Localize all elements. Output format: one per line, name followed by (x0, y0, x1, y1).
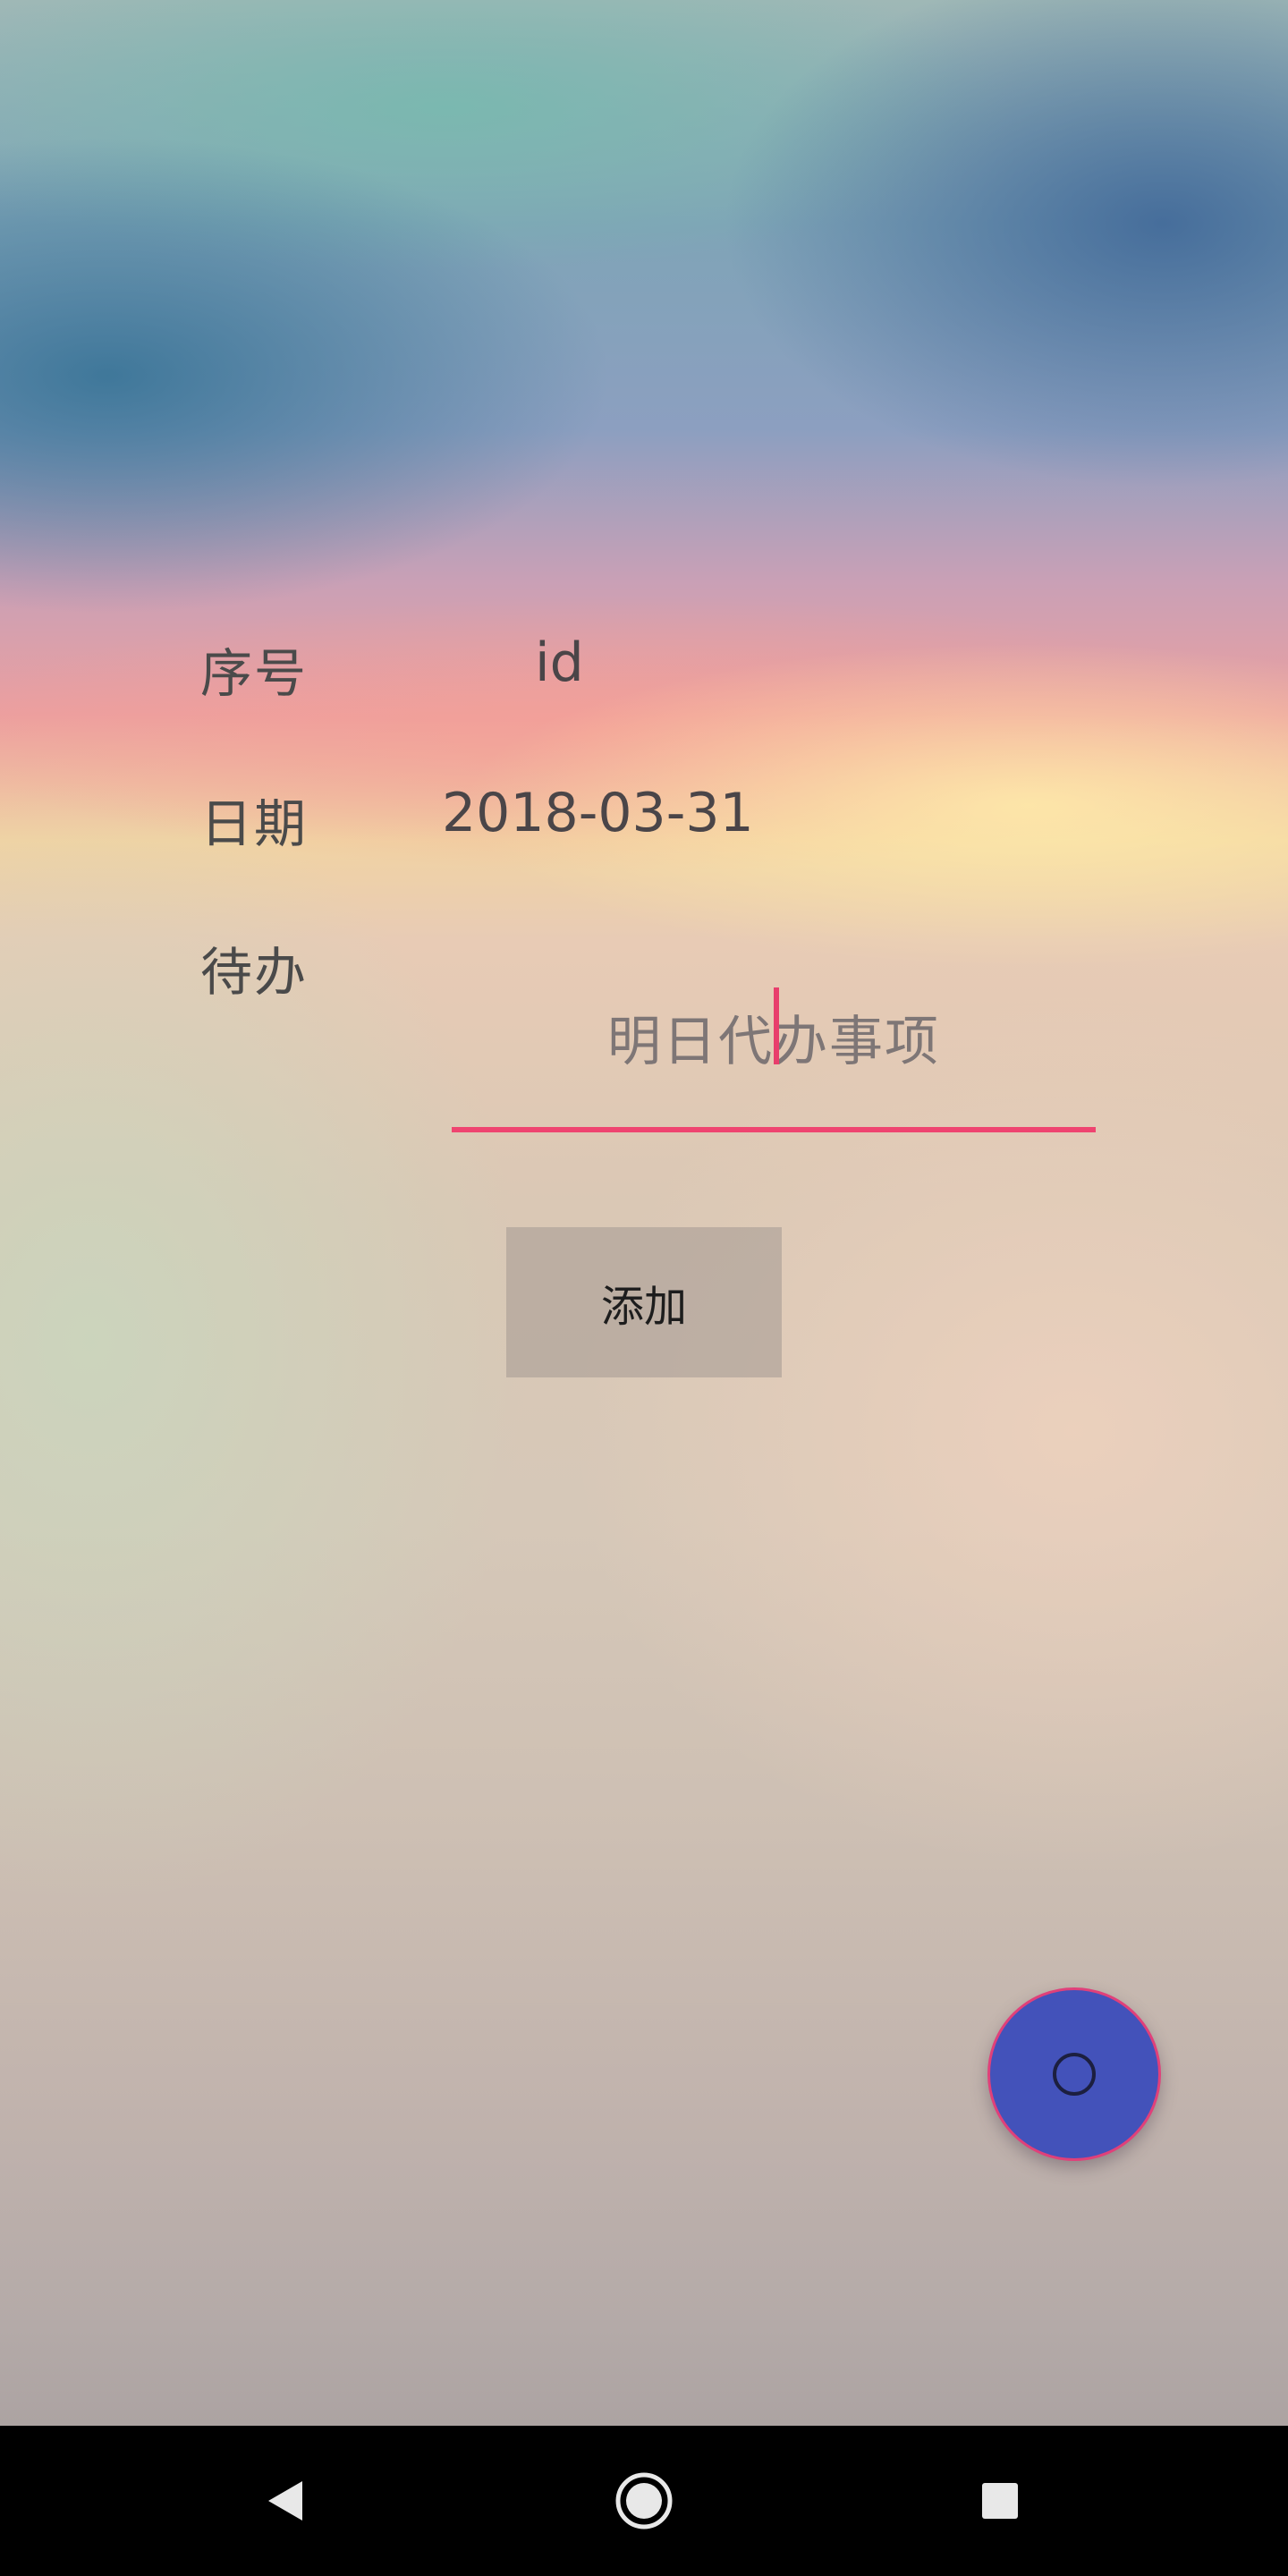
text-cursor (774, 987, 779, 1064)
date-label: 日期 (200, 793, 309, 854)
id-value: id (535, 631, 584, 694)
nav-recents-button[interactable] (928, 2426, 1072, 2576)
home-circle-icon (615, 2472, 673, 2529)
todo-label: 待办 (200, 942, 309, 1003)
floating-action-button[interactable] (987, 1987, 1161, 2161)
circle-icon (1053, 2053, 1096, 2096)
back-triangle-icon (268, 2481, 302, 2521)
id-label: 序号 (200, 643, 309, 704)
add-button-label: 添加 (600, 1282, 687, 1332)
nav-back-button[interactable] (215, 2426, 358, 2576)
add-button[interactable]: 添加 (506, 1227, 782, 1377)
recents-square-icon (982, 2483, 1018, 2519)
todo-input[interactable]: 明日代办事项 (452, 966, 1096, 1132)
nav-home-button[interactable] (572, 2426, 716, 2576)
app-screen: 序号 id 日期 2018-03-31 待办 明日代办事项 添加 (0, 0, 1288, 2576)
date-value[interactable]: 2018-03-31 (442, 782, 754, 844)
system-navigation-bar (0, 2426, 1288, 2576)
todo-input-underline (452, 1127, 1096, 1132)
